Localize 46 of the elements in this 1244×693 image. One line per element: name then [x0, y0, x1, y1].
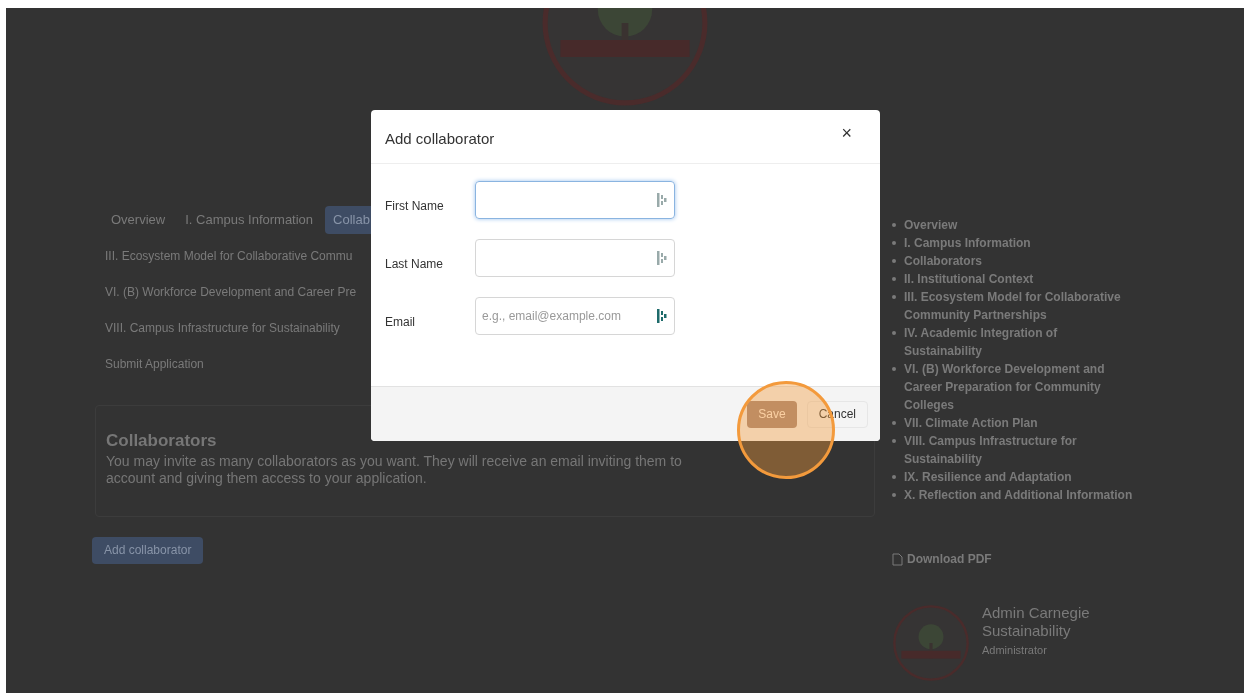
- file-icon: [892, 552, 903, 566]
- toc-link[interactable]: VI. (B) Workforce Development and Career Preparation for Community Colleges: [904, 360, 1136, 414]
- toc-link[interactable]: II. Institutional Context: [904, 270, 1034, 288]
- bullet-icon: [892, 295, 896, 299]
- bullet-icon: [892, 259, 896, 263]
- card-title: Collaborators: [106, 429, 217, 452]
- section-link[interactable]: Submit Application: [105, 356, 204, 371]
- add-collaborator-button[interactable]: Add collaborator: [92, 536, 204, 564]
- bullet-icon: [892, 277, 896, 281]
- tab[interactable]: I. Campus Information: [177, 206, 322, 234]
- tab[interactable]: Overview: [103, 206, 174, 234]
- bullet-icon: [892, 439, 896, 443]
- bullet-icon: [892, 241, 896, 245]
- section-link[interactable]: VI. (B) Workforce Development and Career Pre: [105, 284, 357, 299]
- save-button[interactable]: Save: [747, 400, 797, 428]
- dialog-title: Add collaborator: [385, 129, 495, 149]
- field-label: First Name: [385, 198, 445, 215]
- toc-link[interactable]: VIII. Campus Infrastructure for Sustainability: [904, 432, 1136, 468]
- card-text: You may invite as many collaborators as you want. They will receive an email inviting them to: [106, 453, 682, 470]
- toc-link[interactable]: X. Reflection and Additional Information: [904, 486, 1133, 504]
- close-button[interactable]: ×: [841, 124, 852, 142]
- card-text: account and giving them access to your application.: [106, 470, 427, 487]
- toc-link[interactable]: Collaborators: [904, 252, 982, 270]
- user-name: Admin Carnegie Sustainability: [982, 604, 1091, 640]
- field-label: Last Name: [385, 256, 445, 273]
- toc-link[interactable]: I. Campus Information: [904, 234, 1031, 252]
- input-field[interactable]: [475, 181, 675, 219]
- toc-link[interactable]: III. Ecosystem Model for Collaborative Community Partnerships: [904, 288, 1136, 324]
- password-manager-icon[interactable]: [657, 309, 667, 323]
- bullet-icon: [892, 493, 896, 497]
- toc-link[interactable]: VII. Climate Action Plan: [904, 414, 1038, 432]
- user-role: Administrator: [982, 643, 1048, 658]
- toc-link[interactable]: IV. Academic Integration of Sustainability: [904, 324, 1136, 360]
- bullet-icon: [892, 421, 896, 425]
- bullet-icon: [892, 367, 896, 371]
- input-field[interactable]: e.g., email@example.com: [475, 297, 675, 335]
- input-field[interactable]: [475, 239, 675, 277]
- field-label: Email: [385, 314, 416, 331]
- bullet-icon: [892, 331, 896, 335]
- section-link[interactable]: III. Ecosystem Model for Collaborative Commu: [105, 248, 353, 263]
- bullet-icon: [892, 475, 896, 479]
- bullet-icon: [892, 223, 896, 227]
- section-link[interactable]: VIII. Campus Infrastructure for Sustainability: [105, 320, 340, 335]
- toc-link[interactable]: IX. Resilience and Adaptation: [904, 468, 1072, 486]
- download-link[interactable]: Download PDF: [892, 550, 1136, 568]
- toc-link[interactable]: Overview: [904, 216, 958, 234]
